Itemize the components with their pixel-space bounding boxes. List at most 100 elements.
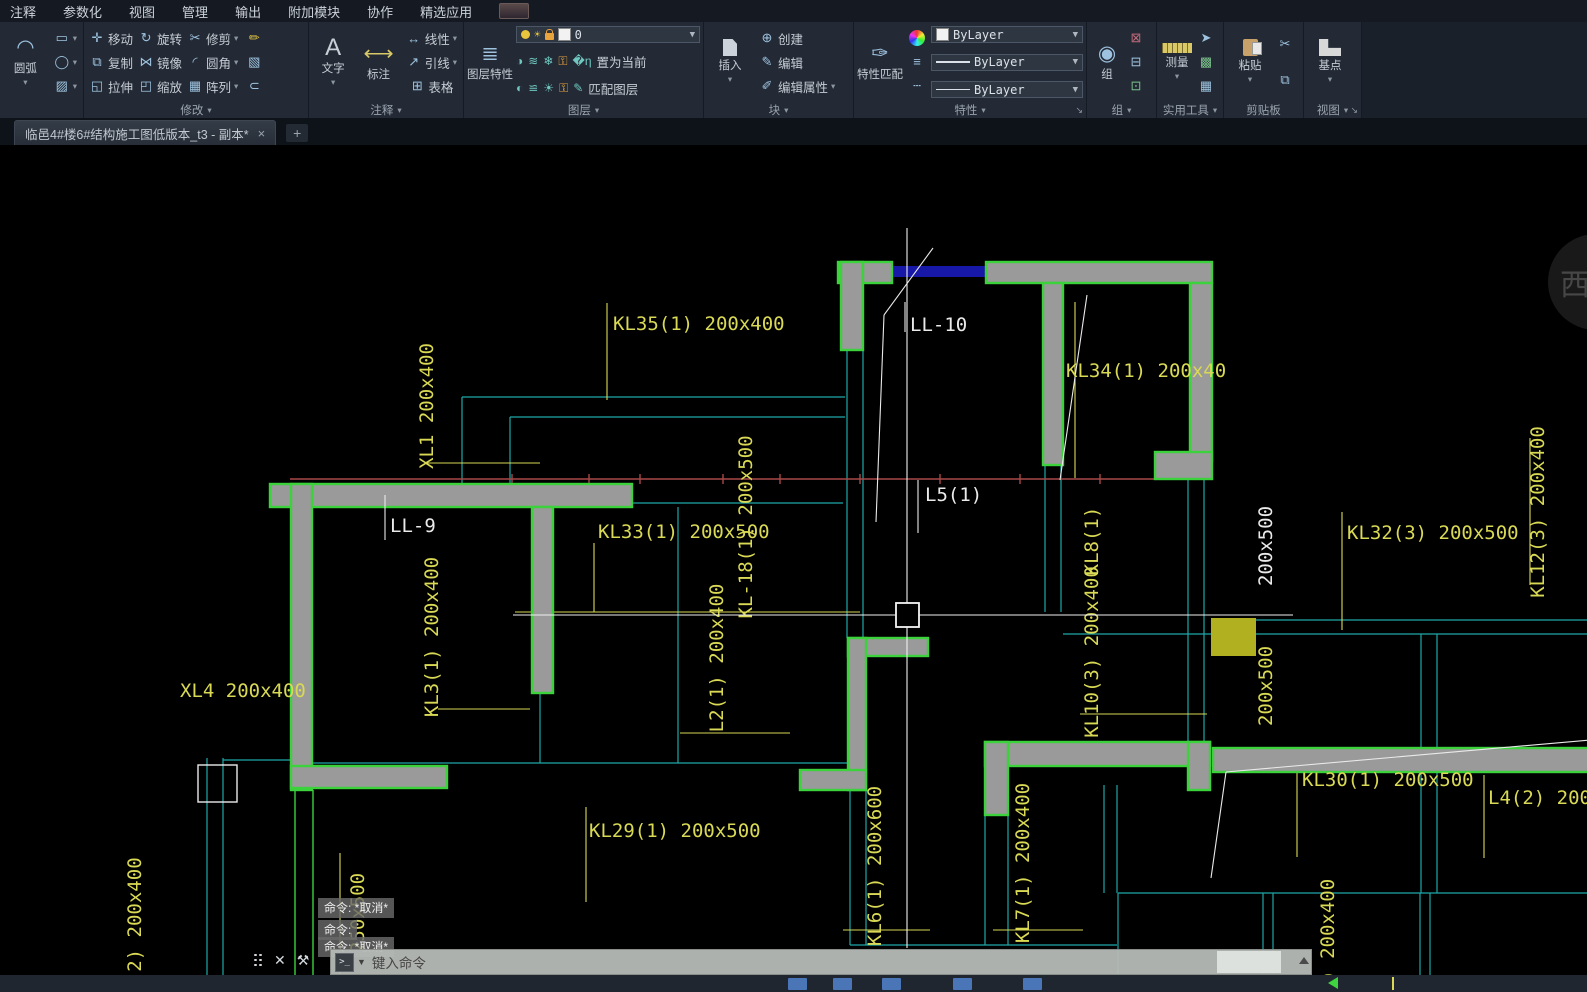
panel-label-annotate[interactable]: 注释 ▾ [309, 102, 463, 118]
beam-label[interactable]: L5(1) [925, 484, 982, 506]
beam-label[interactable]: L4(2) 200x4 [1488, 787, 1587, 809]
match-properties-tool[interactable]: ✑ 特性匹配 [857, 24, 903, 100]
new-tab-button[interactable]: + [286, 124, 309, 142]
ungroup-icon[interactable]: ⊠ [1128, 30, 1144, 46]
beam-label[interactable]: 1(2) 200x400 [124, 857, 146, 992]
drawing-canvas[interactable]: KL35(1) 200x400 LL-10 KL34(1) 200x40 LL-9 KL… [0, 0, 1587, 992]
sun-icon[interactable]: ☀ [534, 28, 541, 41]
command-prompt-icon[interactable]: >_ [335, 952, 354, 972]
cut-icon[interactable]: ✂ [1277, 36, 1293, 52]
cad-wall-segment[interactable] [289, 764, 449, 790]
cad-wall-segment[interactable] [839, 260, 865, 352]
cad-wall-segment[interactable] [798, 768, 868, 792]
statusbar-toggle-icon[interactable] [882, 978, 901, 990]
ellipse-tool[interactable]: ◯ ▾ [52, 54, 79, 70]
panel-label-layers[interactable]: 图层 ▾ [464, 102, 703, 118]
cad-wall-segment[interactable] [983, 740, 1010, 817]
offset-tool[interactable]: ⊂ [244, 78, 264, 94]
linear-dim-tool[interactable]: ↔ 线性 ▾ [404, 29, 459, 48]
arc-tool[interactable]: ◠ 圆弧 ▾ [3, 24, 48, 100]
statusbar-toggle-icon[interactable] [833, 978, 852, 990]
beam-label[interactable]: KL35(1) 200x400 [613, 313, 785, 335]
cad-wall-segment[interactable] [289, 482, 314, 792]
layer-properties-tool[interactable]: ≣ 图层特性 [467, 24, 513, 100]
beam-label[interactable]: KL7(1) 200x400 [1012, 783, 1034, 943]
statusbar-toggle-icon[interactable] [953, 978, 972, 990]
rotate-tool[interactable]: ↻ 旋转 [136, 26, 184, 50]
ribbon-tab-annotate[interactable]: 注释 [10, 2, 36, 21]
beam-label[interactable]: KL-18(1) 200x500 [735, 435, 757, 618]
close-palette-icon[interactable]: ✕ [274, 952, 286, 969]
leader-tool[interactable]: ↗ 引线 ▾ [404, 53, 459, 72]
erase-tool[interactable]: ✏ [244, 30, 264, 46]
panel-label-properties[interactable]: 特性 ▾ ↘ [854, 102, 1086, 118]
command-expand-arrow-icon[interactable] [1299, 957, 1309, 964]
table-tool[interactable]: ⊞ 表格 [407, 77, 455, 96]
copy-clip-icon[interactable]: ⧉ [1277, 72, 1293, 88]
workspace-icon[interactable]: ▾ [499, 3, 530, 19]
beam-label[interactable]: KL12(3) 200x400 [1527, 426, 1549, 598]
beam-label[interactable]: L2(1) 200x400 [706, 584, 728, 733]
trim-tool[interactable]: ✂ 修剪 ▾ [185, 26, 240, 50]
beam-label[interactable]: KL30(1) 200x500 [1302, 769, 1474, 791]
bulb-icon[interactable] [521, 30, 530, 39]
array-tool[interactable]: ▦ 阵列 ▾ [185, 74, 240, 98]
quick-select-icon[interactable]: ➤ [1198, 30, 1214, 46]
wrench-icon[interactable]: ⚒ [297, 952, 310, 969]
beam-label[interactable]: KL34(1) 200x40 [1066, 360, 1226, 382]
beam-label[interactable]: KL8(1) [1081, 507, 1103, 576]
ribbon-tab-view[interactable]: 视图 [129, 2, 155, 21]
group-tool[interactable]: ◉ 组 [1090, 24, 1124, 100]
beam-label[interactable]: XL4 200x400 [180, 680, 306, 702]
group-select-icon[interactable]: ⊡ [1128, 78, 1144, 94]
select-all-icon[interactable]: ▩ [1198, 54, 1214, 70]
beam-label[interactable]: 200x500 [1255, 506, 1277, 586]
dimension-tool[interactable]: ⟷ 标注 [357, 24, 399, 100]
measure-tool[interactable]: 测量 ▾ [1160, 24, 1194, 100]
cad-wall-segment[interactable] [983, 740, 1212, 768]
cad-wall-segment[interactable] [846, 636, 868, 792]
paste-tool[interactable]: 粘贴 ▾ [1227, 24, 1273, 100]
beam-label[interactable]: KL32(3) 200x500 [1347, 522, 1519, 544]
set-current-layer-button[interactable]: 置为当前 [597, 52, 647, 71]
cad-wall-segment[interactable] [1041, 281, 1065, 467]
beam-label[interactable]: KL10(3) 200x400 [1081, 566, 1103, 738]
explode-tool[interactable]: ▧ [244, 54, 264, 70]
group-edit-icon[interactable]: ⊟ [1128, 54, 1144, 70]
beam-label[interactable]: KL6(1) 200x600 [864, 786, 886, 946]
panel-label-block[interactable]: 块 ▾ [704, 102, 853, 118]
stretch-tool[interactable]: ◱ 拉伸 [87, 74, 135, 98]
chevron-down-icon[interactable]: ▼ [357, 957, 366, 967]
ribbon-tab-manage[interactable]: 管理 [182, 2, 208, 21]
rectangle-tool[interactable]: ▭ ▾ [52, 30, 79, 46]
text-tool[interactable]: A 文字 ▾ [312, 24, 354, 100]
ribbon-tab-addins[interactable]: 附加模块 [288, 2, 340, 21]
cad-wall-segment[interactable] [530, 505, 555, 695]
fillet-tool[interactable]: ◜ 圆角 ▾ [185, 50, 240, 74]
copy-tool[interactable]: ⧉ 复制 [87, 50, 135, 74]
layer-select[interactable]: ☀ 0 ▼ [516, 26, 700, 43]
panel-label-utilities[interactable]: 实用工具 ▾ [1157, 102, 1223, 118]
close-icon[interactable]: × [258, 126, 266, 141]
base-point-tool[interactable]: 基点 ▾ [1307, 24, 1353, 100]
lineweight-select[interactable]: ByLayer ▼ [931, 53, 1083, 71]
edit-block-tool[interactable]: ✎ 编辑 [757, 53, 805, 72]
calculator-icon[interactable]: ▦ [1198, 78, 1214, 94]
panel-expander-icon[interactable]: ↘ [1350, 105, 1358, 116]
ribbon-tab-featured-apps[interactable]: 精选应用 [420, 2, 472, 21]
beam-label[interactable]: XL1 200x400 [416, 343, 438, 469]
beam-label[interactable]: KL29(1) 200x500 [589, 820, 761, 842]
ribbon-tab-collaborate[interactable]: 协作 [367, 2, 393, 21]
file-tab[interactable]: 临邑4#楼6#结构施工图低版本_t3 - 副本* × [14, 120, 277, 145]
beam-label[interactable]: 200x500 [1255, 646, 1277, 726]
cad-white-outline-rect[interactable] [197, 764, 238, 803]
statusbar-toggle-icon[interactable] [788, 978, 807, 990]
lock-icon[interactable] [544, 28, 554, 40]
scale-tool[interactable]: ◰ 缩放 [136, 74, 184, 98]
statusbar-toggle-icon[interactable] [1023, 978, 1042, 990]
panel-label-modify[interactable]: 修改 ▾ [84, 102, 308, 118]
ribbon-tab-parametric[interactable]: 参数化 [63, 2, 102, 21]
cad-wall-segment[interactable] [1186, 740, 1212, 792]
edit-attributes-tool[interactable]: ✐ 编辑属性 ▾ [757, 77, 837, 96]
beam-label[interactable]: LL-10 [910, 314, 967, 336]
